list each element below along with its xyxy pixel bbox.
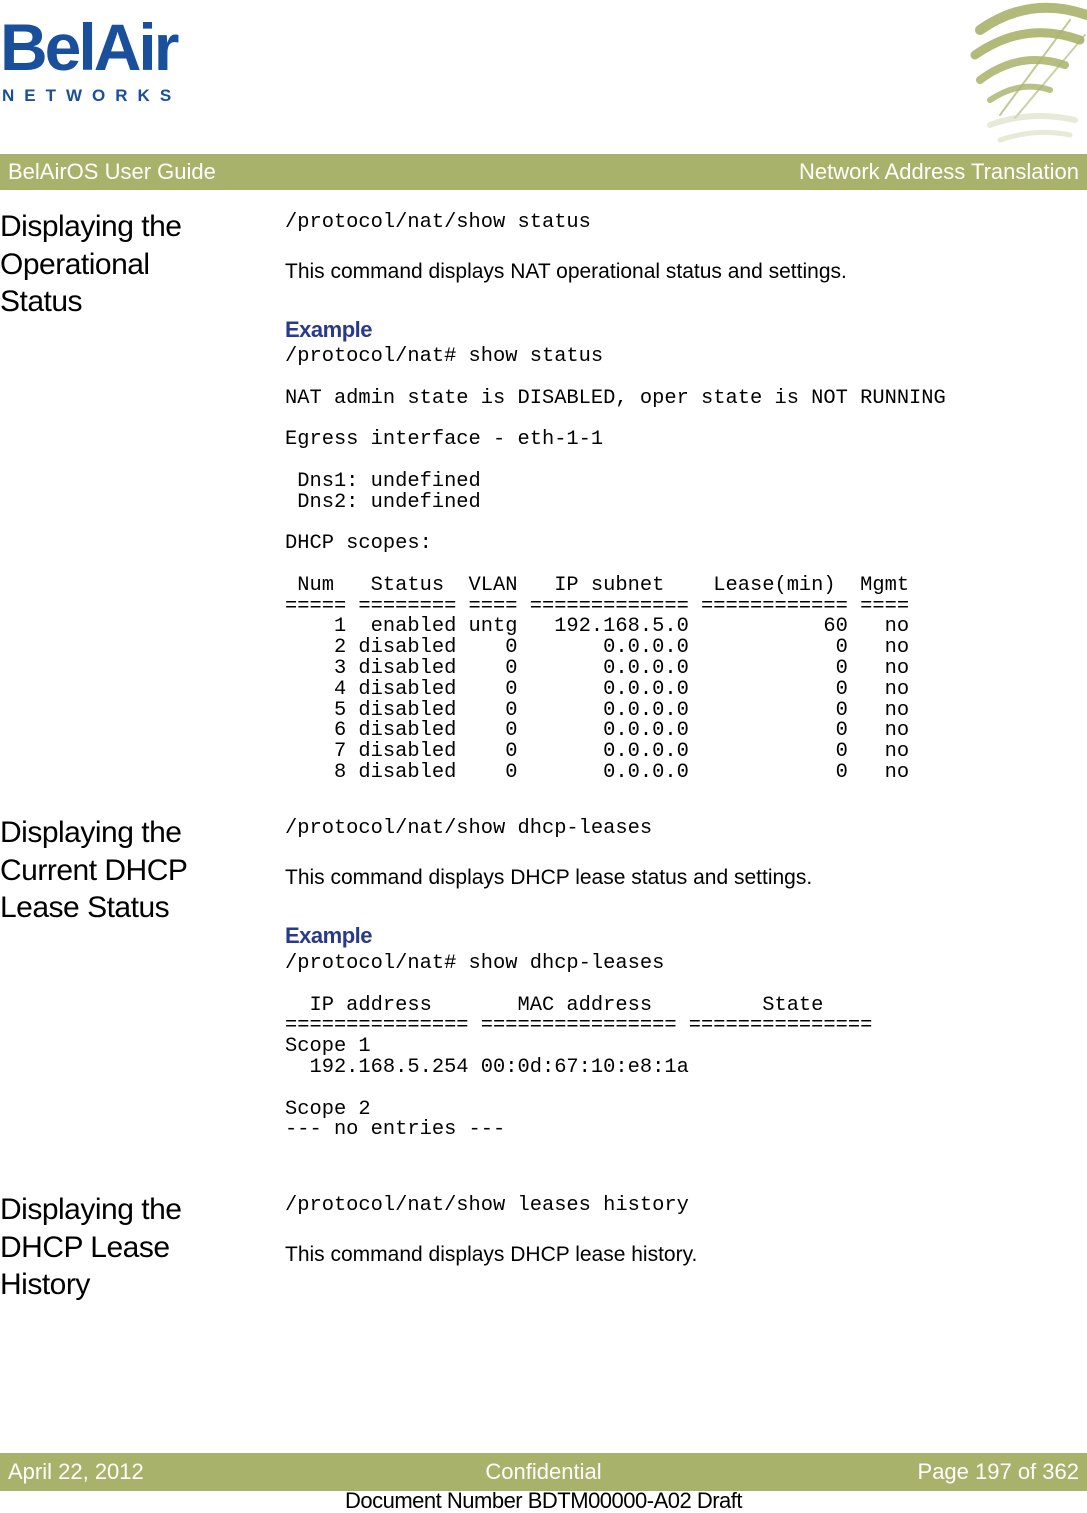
section-title-line: Operational [0,247,150,281]
header-guide-title: BelAirOS User Guide [8,159,216,184]
section-title-line: Displaying the [0,1193,182,1226]
example-output-code: /protocol/nat# show dhcp-leases IP addre… [285,952,873,1142]
section-title-dhcp-lease-history: Displaying the DHCP Lease History [0,1191,270,1304]
command-description: This command displays DHCP lease status … [285,866,813,889]
command-syntax: /protocol/nat/show dhcp-leases [285,817,653,840]
command-description: This command displays DHCP lease history… [285,1243,698,1266]
section-title-operational-status: Displaying the Operational Status [0,208,270,321]
example-heading: Example [285,317,373,342]
footer-page-number: Page 197 of 362 [917,1459,1079,1484]
command-description: This command displays NAT operational st… [285,260,847,283]
command-syntax: /protocol/nat/show status [285,211,591,234]
document-number: Document Number BDTM00000-A02 Draft [345,1488,743,1513]
example-output-code: /protocol/nat# show status NAT admin sta… [285,345,946,784]
section-title-line: Status [0,285,83,318]
logo-wordmark: BelAir [0,10,179,84]
page-footer-bar: April 22, 2012 Confidential Page 197 of … [0,1453,1087,1491]
section-title-line: DHCP Lease [0,1230,170,1264]
section-title-line: Current DHCP [0,853,188,887]
section-title-dhcp-lease-status: Displaying the Current DHCP Lease Status [0,814,270,927]
section-title-line: Displaying the [0,816,182,849]
belair-arc-emblem-icon [970,2,1087,143]
section-title-line: Lease Status [0,891,170,924]
header-chapter-title: Network Address Translation [798,159,1079,184]
command-syntax: /protocol/nat/show leases history [285,1194,689,1217]
logo-subtitle: NETWORKS [2,86,182,105]
example-heading: Example [285,923,373,948]
page-header-bar: BelAirOS User Guide Network Address Tran… [0,154,1087,190]
section-title-line: Displaying the [0,210,182,243]
belair-logo: BelAir NETWORKS [0,12,200,107]
section-title-line: History [0,1268,90,1301]
